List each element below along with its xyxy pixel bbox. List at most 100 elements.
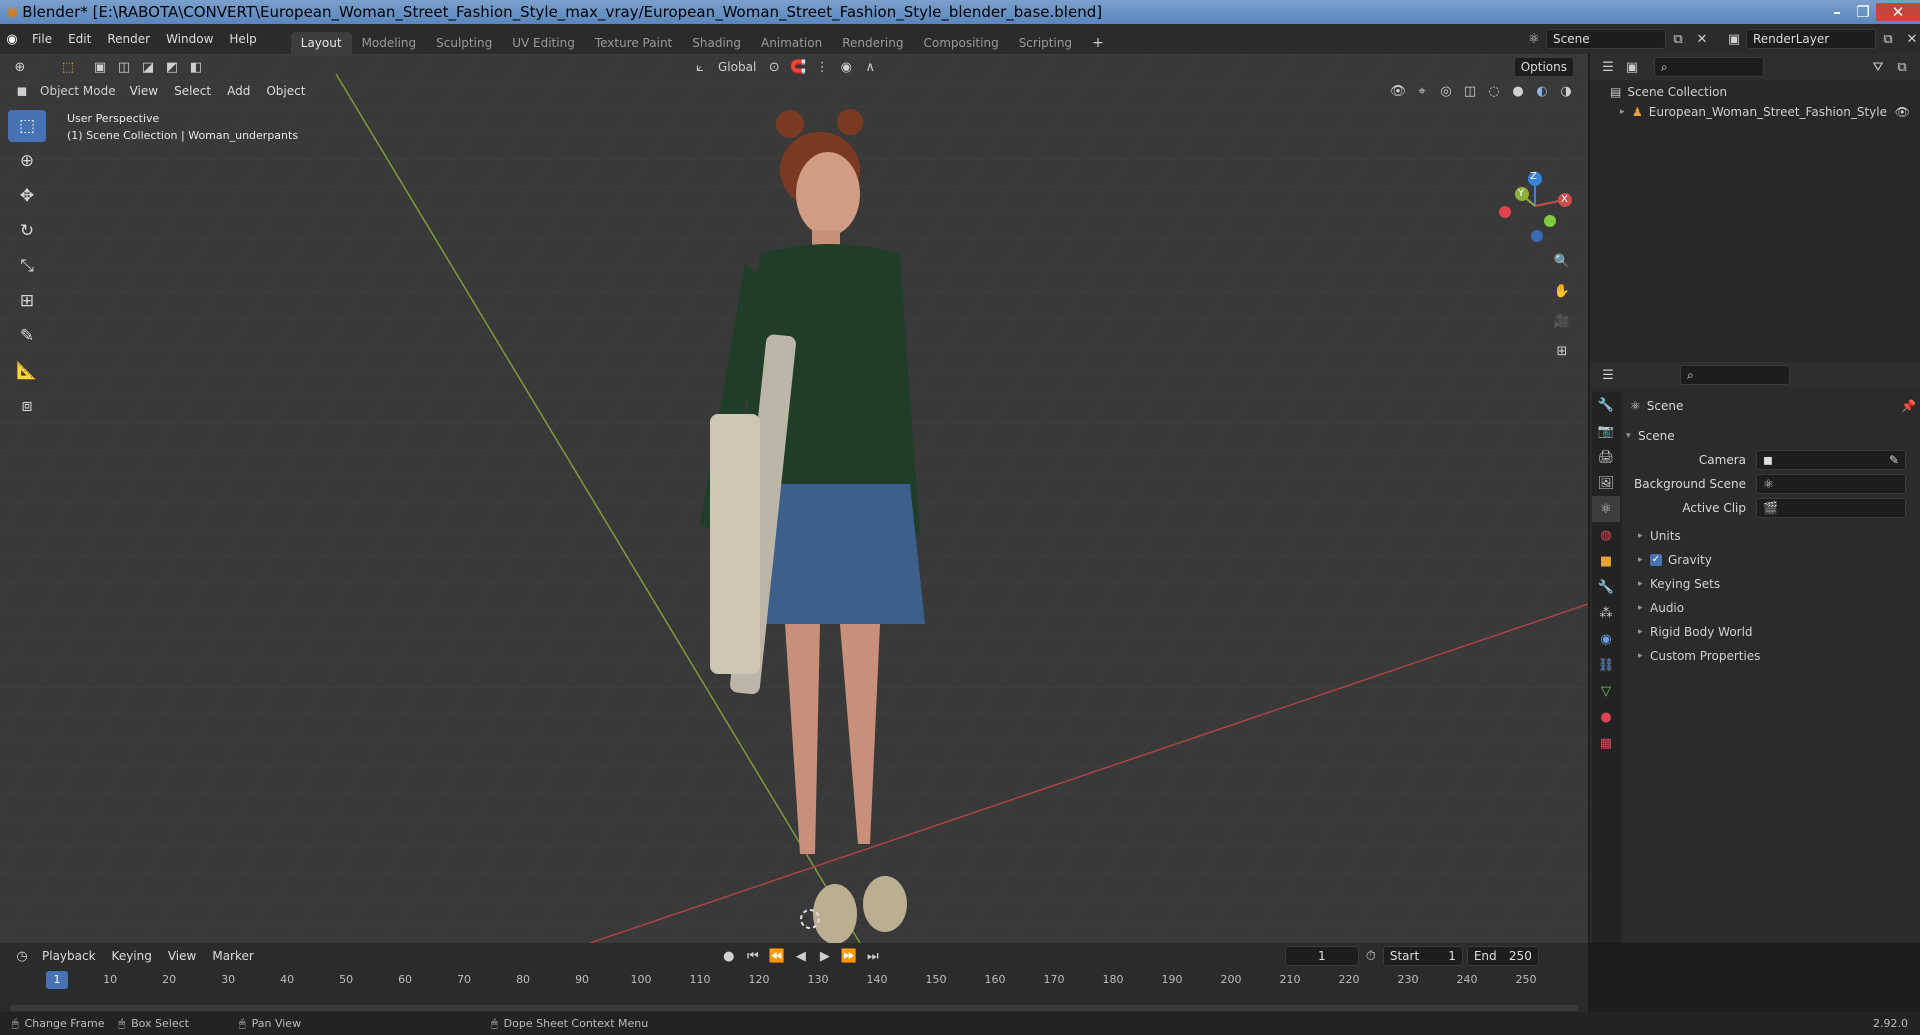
next-keyframe-icon[interactable]: ⏩: [837, 945, 861, 967]
timeline-editor-icon[interactable]: ◷: [10, 945, 34, 967]
renderlayer-field[interactable]: RenderLayer: [1746, 29, 1876, 49]
gravity-panel[interactable]: ▸ ✓ Gravity: [1626, 548, 1916, 572]
tab-shading[interactable]: Shading: [682, 32, 751, 54]
constraints-tab-icon[interactable]: ⛓: [1592, 652, 1620, 678]
menu-render[interactable]: Render: [99, 24, 158, 54]
tab-compositing[interactable]: Compositing: [913, 32, 1008, 54]
expand-arrow-icon[interactable]: ▸: [1638, 603, 1650, 613]
texture-tab-icon[interactable]: ▦: [1592, 730, 1620, 756]
tab-texture-paint[interactable]: Texture Paint: [585, 32, 682, 54]
particles-tab-icon[interactable]: ⁂: [1592, 600, 1620, 626]
tab-layout[interactable]: Layout: [290, 32, 352, 54]
timeline-scrollbar[interactable]: [10, 1005, 1578, 1011]
select-mode-intersect-icon[interactable]: ◧: [184, 56, 208, 78]
viewport-menu-select[interactable]: Select: [166, 80, 219, 102]
move-tool-icon[interactable]: ✥: [8, 180, 46, 212]
select-mode-new-icon[interactable]: ▣: [88, 56, 112, 78]
outliner-editor-icon[interactable]: ☰: [1596, 56, 1620, 78]
jump-start-icon[interactable]: ⏮: [741, 945, 765, 967]
properties-search-input[interactable]: ⌕: [1680, 365, 1790, 385]
play-icon[interactable]: ▶: [813, 945, 837, 967]
3d-viewport[interactable]: Z X Y User Perspective (1) Scene Collect…: [0, 54, 1588, 943]
timeline-menu-view[interactable]: View: [160, 943, 204, 969]
prev-keyframe-icon[interactable]: ⏪: [765, 945, 789, 967]
jump-end-icon[interactable]: ⏭: [861, 945, 885, 967]
viewport-menu-view[interactable]: View: [122, 80, 166, 102]
maximize-button[interactable]: ❐: [1850, 3, 1876, 21]
scene-field[interactable]: Scene: [1546, 29, 1666, 49]
pivot-icon[interactable]: ⊙: [762, 56, 786, 78]
pan-hand-icon[interactable]: ✋: [1550, 280, 1574, 302]
camera-view-icon[interactable]: 🎥: [1550, 310, 1574, 332]
timeline-menu-marker[interactable]: Marker: [204, 943, 261, 969]
timeline-menu-playback[interactable]: Playback: [34, 943, 104, 969]
current-frame-marker[interactable]: 1: [46, 971, 68, 989]
wireframe-shading-icon[interactable]: ◌: [1482, 80, 1506, 102]
new-collection-icon[interactable]: ⧉: [1890, 56, 1914, 78]
gizmo-y-label[interactable]: Y: [1518, 188, 1524, 199]
background-scene-field[interactable]: ⚛: [1756, 474, 1906, 494]
menu-help[interactable]: Help: [221, 24, 264, 54]
material-tab-icon[interactable]: ●: [1592, 704, 1620, 730]
record-icon[interactable]: ●: [717, 945, 741, 967]
custom-properties-panel[interactable]: ▸ Custom Properties: [1626, 644, 1916, 668]
timeline-frame-ruler[interactable]: 1 10 20 30 40 50 60 70 80 90 100 110 120 130 140 150 160…: [0, 971, 1588, 991]
transform-orientation-dropdown[interactable]: Global: [712, 60, 762, 74]
expand-arrow-icon[interactable]: ▸: [1638, 555, 1650, 565]
viewport-menu-object[interactable]: Object: [258, 80, 313, 102]
expand-arrow-icon[interactable]: ▸: [1620, 107, 1632, 117]
transform-tool-icon[interactable]: ⊞: [8, 285, 46, 317]
play-reverse-icon[interactable]: ◀: [789, 945, 813, 967]
expand-arrow-icon[interactable]: ▸: [1638, 651, 1650, 661]
remove-scene-icon[interactable]: ✕: [1690, 28, 1714, 50]
units-panel[interactable]: ▸ Units: [1626, 524, 1916, 548]
outliner-search-input[interactable]: ⌕: [1654, 57, 1764, 77]
blender-menu-icon[interactable]: ◉: [0, 28, 24, 50]
xray-toggle-icon[interactable]: ◫: [1458, 80, 1482, 102]
gizmo-x-label[interactable]: X: [1561, 194, 1568, 205]
new-renderlayer-icon[interactable]: ⧉: [1876, 28, 1900, 50]
renderlayer-icon[interactable]: ▣: [1722, 28, 1746, 50]
collapse-arrow-icon[interactable]: ▾: [1626, 431, 1638, 441]
editor-type-icon[interactable]: ⊕: [8, 56, 32, 78]
solid-shading-icon[interactable]: ●: [1506, 80, 1530, 102]
falloff-icon[interactable]: ∧: [858, 56, 882, 78]
tab-sculpting[interactable]: Sculpting: [426, 32, 502, 54]
close-button[interactable]: ✕: [1876, 3, 1920, 21]
object-mode-dropdown[interactable]: Object Mode: [34, 84, 122, 98]
cursor-tool-icon[interactable]: ⊕: [8, 145, 46, 177]
new-scene-icon[interactable]: ⧉: [1666, 28, 1690, 50]
object-mode-icon[interactable]: ◼: [10, 80, 34, 102]
add-workspace-button[interactable]: +: [1082, 32, 1114, 54]
physics-tab-icon[interactable]: ◉: [1592, 626, 1620, 652]
timeline-menu-keying[interactable]: Keying: [104, 943, 160, 969]
menu-edit[interactable]: Edit: [60, 24, 99, 54]
scene-icon[interactable]: ⚛: [1522, 28, 1546, 50]
rigid-body-world-panel[interactable]: ▸ Rigid Body World: [1626, 620, 1916, 644]
select-mode-subtract-icon[interactable]: ◪: [136, 56, 160, 78]
menu-file[interactable]: File: [24, 24, 60, 54]
audio-panel[interactable]: ▸ Audio: [1626, 596, 1916, 620]
measure-tool-icon[interactable]: 📐: [8, 355, 46, 387]
modifier-tab-icon[interactable]: 🔧: [1592, 574, 1620, 600]
options-dropdown[interactable]: Options: [1513, 57, 1574, 77]
render-tab-icon[interactable]: 📷: [1592, 418, 1620, 444]
tab-uv-editing[interactable]: UV Editing: [502, 32, 585, 54]
display-mode-icon[interactable]: ▣: [1620, 56, 1644, 78]
select-mode-extend-icon[interactable]: ◫: [112, 56, 136, 78]
rendered-shading-icon[interactable]: ◑: [1554, 80, 1578, 102]
scale-tool-icon[interactable]: ⤡: [8, 250, 46, 282]
annotate-tool-icon[interactable]: ✎: [8, 320, 46, 352]
tab-rendering[interactable]: Rendering: [832, 32, 913, 54]
scene-tab-icon[interactable]: ⚛: [1592, 496, 1620, 522]
outliner-row-object[interactable]: ▸ ♟ European_Woman_Street_Fashion_Style …: [1590, 102, 1920, 122]
menu-window[interactable]: Window: [158, 24, 221, 54]
gizmo-z-label[interactable]: Z: [1530, 171, 1537, 182]
tab-scripting[interactable]: Scripting: [1009, 32, 1082, 54]
expand-arrow-icon[interactable]: ▸: [1638, 627, 1650, 637]
visibility-icon[interactable]: 👁: [1386, 80, 1410, 102]
rotate-tool-icon[interactable]: ↻: [8, 215, 46, 247]
minimize-button[interactable]: –: [1824, 3, 1850, 21]
tab-modeling[interactable]: Modeling: [352, 32, 427, 54]
expand-arrow-icon[interactable]: ▸: [1638, 579, 1650, 589]
